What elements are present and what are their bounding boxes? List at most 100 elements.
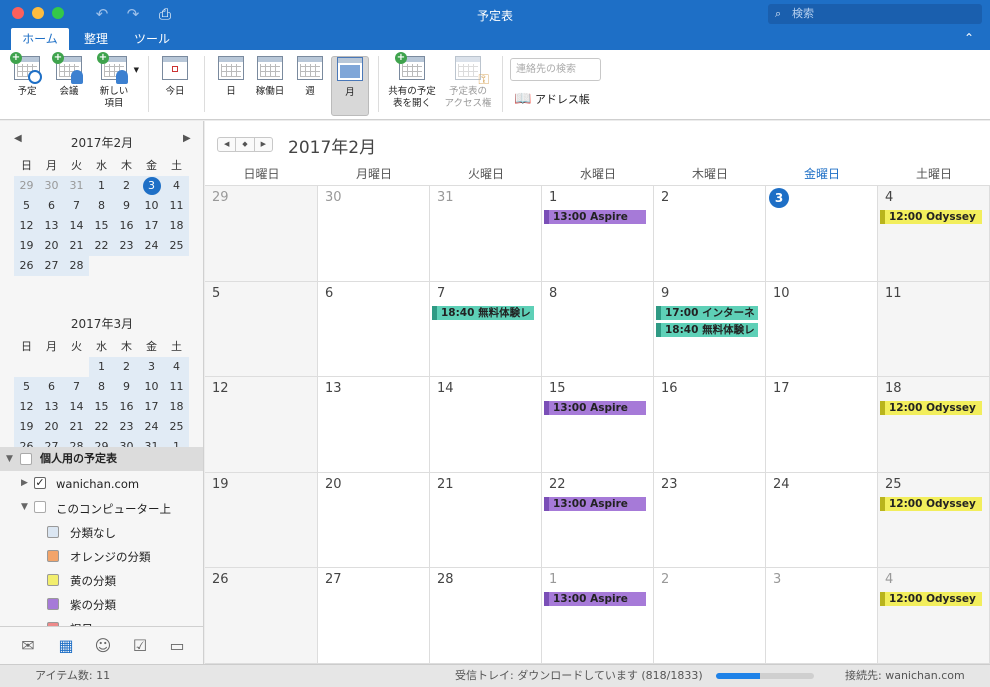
day-cell[interactable]: 10 (766, 282, 878, 377)
calendar-permissions-button[interactable]: ⚿ 予定表の アクセス権 (442, 56, 494, 116)
day-cell[interactable]: 15 13:00 Aspire (542, 377, 654, 473)
day-cell[interactable]: 13 (318, 377, 430, 473)
expand-triangle-icon[interactable]: ▶ (21, 478, 28, 488)
notes-icon[interactable]: ▭ (166, 636, 188, 655)
mini-day[interactable]: 18 (164, 397, 189, 417)
mini-day[interactable]: 28 (64, 256, 89, 276)
mini-day[interactable]: 19 (14, 236, 39, 256)
prev-icon[interactable]: ◀ (218, 138, 237, 151)
day-cell[interactable]: 30 (318, 186, 430, 282)
collapse-triangle-icon[interactable]: ▼ (6, 447, 13, 471)
mini-day[interactable]: 9 (114, 377, 139, 397)
calendar-event[interactable]: 18:40 無料体験レ (656, 323, 758, 337)
calendar-event[interactable]: 12:00 Odyssey (880, 210, 982, 224)
day-cell[interactable]: 2 (654, 186, 766, 282)
mini-day[interactable]: 20 (39, 417, 64, 437)
month-view-button[interactable]: 月 (331, 56, 369, 116)
calendar-event[interactable]: 17:00 インターネ (656, 306, 758, 320)
mini-day[interactable]: 5 (14, 377, 39, 397)
mini-day[interactable]: 23 (114, 417, 139, 437)
day-cell[interactable]: 3 (766, 186, 878, 282)
category-swatch[interactable] (47, 598, 59, 610)
mini-day[interactable]: 15 (89, 216, 114, 236)
new-items-button[interactable]: + ▼ 新しい 項目 (92, 52, 139, 116)
today-button[interactable]: 今日 (156, 56, 194, 116)
account-checkbox[interactable]: ✓ (34, 477, 46, 489)
mail-icon[interactable]: ✉ (17, 636, 39, 655)
mini-day[interactable]: 22 (89, 417, 114, 437)
day-cell[interactable]: 11 (878, 282, 990, 377)
day-cell[interactable]: 1 13:00 Aspire (542, 186, 654, 282)
mini-day[interactable]: 10 (139, 377, 164, 397)
day-cell[interactable]: 24 (766, 473, 878, 568)
address-book-button[interactable]: 📖 アドレス帳 (514, 91, 590, 107)
mini-day[interactable]: 21 (64, 236, 89, 256)
mini-day[interactable]: 27 (39, 256, 64, 276)
mini-day[interactable]: 16 (114, 216, 139, 236)
day-cell[interactable]: 2 (654, 568, 766, 664)
day-cell[interactable]: 25 12:00 Odyssey (878, 473, 990, 568)
work-week-view-button[interactable]: 稼働日 (252, 56, 288, 116)
mini-day[interactable]: 9 (114, 196, 139, 216)
week-view-button[interactable]: 週 (292, 56, 328, 116)
mini-day[interactable]: 8 (89, 377, 114, 397)
calendar-event[interactable]: 13:00 Aspire (544, 210, 646, 224)
mini-day[interactable]: 21 (64, 417, 89, 437)
search-input[interactable]: ⌕ 検索 (768, 4, 982, 24)
day-cell[interactable]: 8 (542, 282, 654, 377)
mini-day[interactable]: 31 (64, 176, 89, 196)
calendar-event[interactable]: 12:00 Odyssey (880, 401, 982, 415)
mini-day[interactable]: 14 (64, 397, 89, 417)
mini-day[interactable]: 3 (139, 357, 164, 377)
mini-day[interactable]: 2 (114, 357, 139, 377)
mini-day[interactable]: 16 (114, 397, 139, 417)
open-shared-calendar-button[interactable]: + 共有の予定 表を開く (386, 52, 438, 116)
calendar-event[interactable]: 13:00 Aspire (544, 401, 646, 415)
mini-day[interactable]: 25 (164, 417, 189, 437)
collapse-triangle-icon-2[interactable]: ▼ (21, 502, 28, 512)
mini-day[interactable]: 4 (164, 176, 189, 196)
mini-day[interactable]: 24 (139, 417, 164, 437)
category-label[interactable]: オレンジの分類 (70, 549, 151, 565)
new-meeting-button[interactable]: + 会議 (50, 52, 88, 116)
mini-day[interactable]: 2 (114, 176, 139, 196)
tasks-icon[interactable]: ☑ (129, 636, 151, 655)
calendar-icon[interactable]: ▦ (55, 636, 77, 655)
day-cell[interactable]: 31 (430, 186, 542, 282)
category-label[interactable]: 紫の分類 (70, 597, 116, 613)
mini-day[interactable]: 11 (164, 196, 189, 216)
calendar-event[interactable]: 13:00 Aspire (544, 592, 646, 606)
day-cell[interactable]: 14 (430, 377, 542, 473)
day-view-button[interactable]: 日 (213, 56, 249, 116)
category-label[interactable]: 黄の分類 (70, 573, 116, 589)
calendar-event[interactable]: 13:00 Aspire (544, 497, 646, 511)
mini-day[interactable]: 22 (89, 236, 114, 256)
calendar-event[interactable]: 12:00 Odyssey (880, 592, 982, 606)
calendar-event[interactable]: 12:00 Odyssey (880, 497, 982, 511)
mini-day[interactable]: 19 (14, 417, 39, 437)
day-cell[interactable]: 4 12:00 Odyssey (878, 186, 990, 282)
day-cell[interactable]: 3 (766, 568, 878, 664)
mini-day[interactable]: 11 (164, 377, 189, 397)
tab-organize[interactable]: 整理 (76, 28, 116, 50)
tab-home[interactable]: ホーム (11, 28, 69, 50)
mini-day[interactable]: 18 (164, 216, 189, 236)
day-cell[interactable]: 16 (654, 377, 766, 473)
mini-day[interactable]: 23 (114, 236, 139, 256)
category-label[interactable]: 分類なし (70, 525, 116, 541)
new-appointment-button[interactable]: + 予定 (8, 52, 46, 116)
mini-day[interactable]: 6 (39, 196, 64, 216)
day-cell[interactable]: 22 13:00 Aspire (542, 473, 654, 568)
mini-day[interactable]: 13 (39, 397, 64, 417)
mini-day[interactable]: 13 (39, 216, 64, 236)
computer-checkbox[interactable] (34, 501, 46, 513)
next-icon[interactable]: ▶ (255, 138, 272, 151)
mini-day[interactable]: 26 (14, 256, 39, 276)
day-cell[interactable]: 5 (205, 282, 318, 377)
day-cell[interactable]: 27 (318, 568, 430, 664)
tab-tools[interactable]: ツール (126, 28, 178, 50)
mini-day[interactable]: 8 (89, 196, 114, 216)
day-cell[interactable]: 12 (205, 377, 318, 473)
day-cell[interactable]: 20 (318, 473, 430, 568)
day-cell[interactable]: 4 12:00 Odyssey (878, 568, 990, 664)
